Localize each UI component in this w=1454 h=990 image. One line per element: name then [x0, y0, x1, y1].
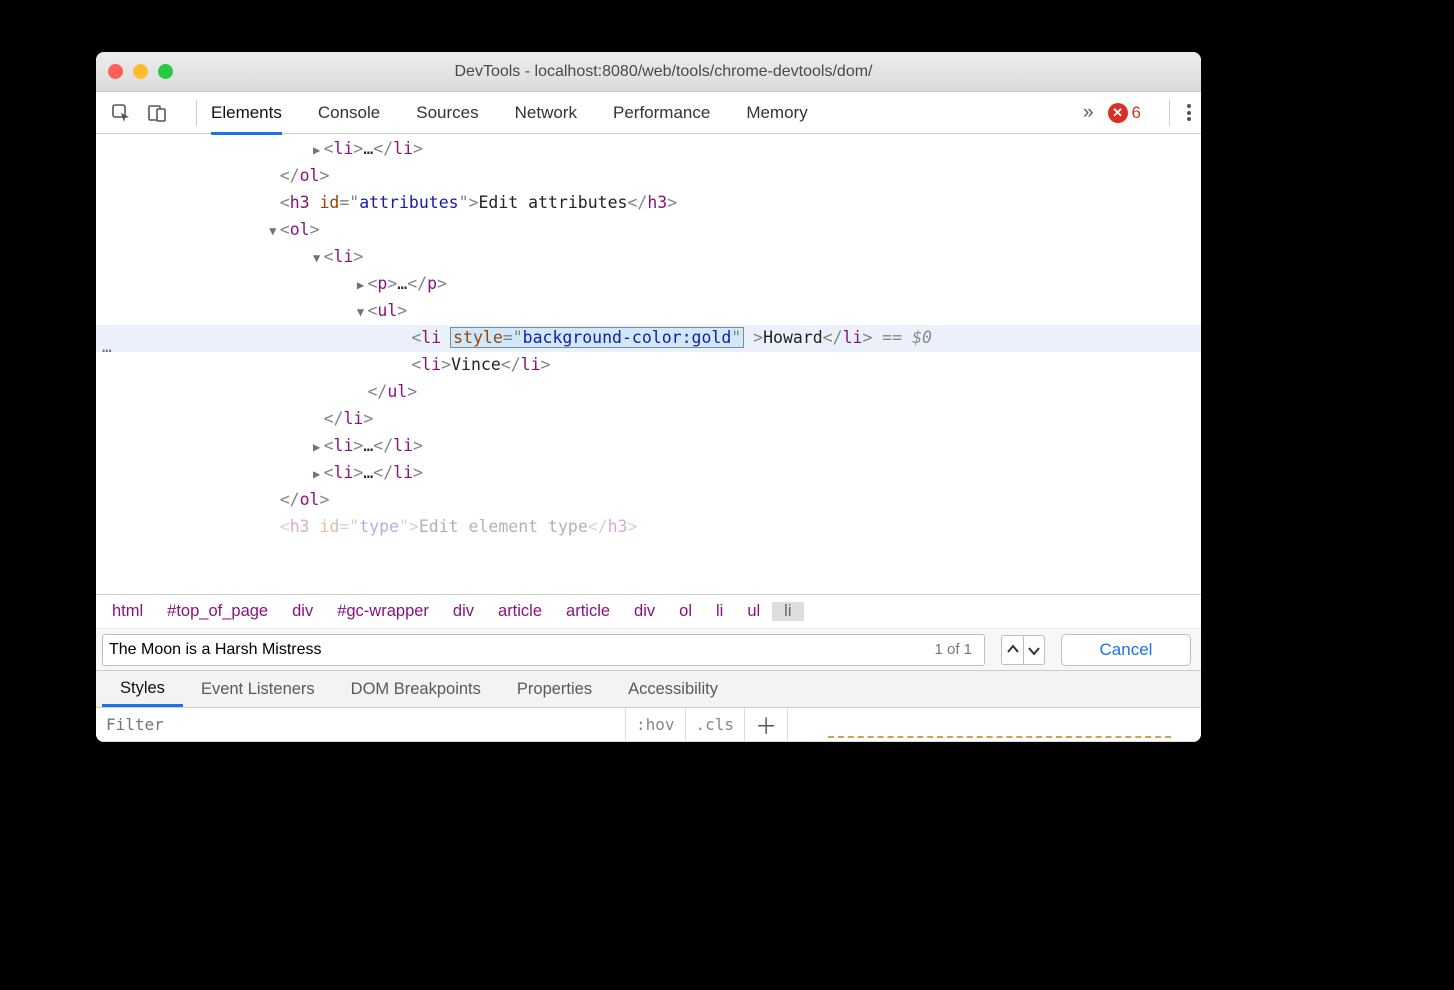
breadcrumb-item[interactable]: ul [735, 602, 772, 621]
dom-row[interactable]: </li> [96, 406, 1201, 433]
minimize-window-button[interactable] [133, 64, 148, 79]
subtab-properties[interactable]: Properties [499, 680, 610, 699]
subtab-styles[interactable]: Styles [102, 679, 183, 707]
titlebar: DevTools - localhost:8080/web/tools/chro… [96, 52, 1201, 92]
searchbar: 1 of 1 Cancel [96, 628, 1201, 670]
dom-row[interactable]: </ul> [96, 379, 1201, 406]
dom-breadcrumb: html#top_of_pagediv#gc-wrapperdivarticle… [96, 594, 1201, 628]
dom-row[interactable]: ▼<ol> [96, 217, 1201, 244]
more-tabs-icon[interactable]: » [1083, 102, 1094, 124]
search-prev-button[interactable] [1001, 635, 1023, 665]
cancel-button[interactable]: Cancel [1061, 634, 1191, 666]
styles-filter-bar: :hov .cls ＋ [96, 708, 1201, 742]
search-box: 1 of 1 [102, 634, 985, 666]
breadcrumb-item[interactable]: #top_of_page [155, 602, 280, 621]
error-count[interactable]: 6 [1132, 103, 1141, 123]
dom-row[interactable]: </ol> [96, 487, 1201, 514]
breadcrumb-item[interactable]: div [622, 602, 667, 621]
tab-sources[interactable]: Sources [416, 103, 478, 123]
gutter-ellipsis-icon[interactable]: … [102, 334, 112, 360]
breadcrumb-item[interactable]: html [100, 602, 155, 621]
cls-toggle[interactable]: .cls [686, 708, 746, 741]
search-next-button[interactable] [1023, 635, 1045, 665]
window-title: DevTools - localhost:8080/web/tools/chro… [183, 63, 1144, 81]
tab-network[interactable]: Network [515, 103, 577, 123]
breadcrumb-item[interactable]: ol [667, 602, 704, 621]
device-toggle-icon[interactable] [146, 102, 168, 124]
dom-row[interactable]: ▶<li>…</li> [96, 460, 1201, 487]
main-toolbar: Elements Console Sources Network Performance… [96, 92, 1201, 134]
breadcrumb-item[interactable]: li [772, 602, 803, 621]
breadcrumb-item[interactable]: #gc-wrapper [325, 602, 441, 621]
breadcrumb-item[interactable]: article [554, 602, 622, 621]
styles-filter-input[interactable] [106, 715, 615, 734]
inspect-element-icon[interactable] [110, 102, 132, 124]
breadcrumb-item[interactable]: article [486, 602, 554, 621]
dashed-separator [828, 736, 1171, 738]
devtools-window: DevTools - localhost:8080/web/tools/chro… [96, 52, 1201, 742]
dom-row[interactable]: ▶<li>…</li> [96, 136, 1201, 163]
hov-toggle[interactable]: :hov [626, 708, 686, 741]
dom-row[interactable]: <h3 id="type">Edit element type</h3> [96, 514, 1201, 541]
dom-tree-panel[interactable]: … ▶<li>…</li> </ol> <h3 id="attributes">… [96, 134, 1201, 594]
breadcrumb-item[interactable]: li [704, 602, 735, 621]
dom-row[interactable]: <li>Vince</li> [96, 352, 1201, 379]
subtab-accessibility[interactable]: Accessibility [610, 680, 736, 699]
dom-row[interactable]: ▶<p>…</p> [96, 271, 1201, 298]
zoom-window-button[interactable] [158, 64, 173, 79]
subtab-dom-breakpoints[interactable]: DOM Breakpoints [333, 680, 499, 699]
dom-row[interactable]: <li style="background-color:gold" >Howar… [96, 325, 1201, 352]
error-icon[interactable]: ✕ [1108, 103, 1128, 123]
styles-content [787, 708, 1201, 741]
add-style-rule-icon[interactable]: ＋ [745, 709, 787, 741]
subtab-event-listeners[interactable]: Event Listeners [183, 680, 333, 699]
breadcrumb-item[interactable]: div [280, 602, 325, 621]
toolbar-divider [196, 100, 197, 126]
close-window-button[interactable] [108, 64, 123, 79]
dom-row[interactable]: </ol> [96, 163, 1201, 190]
styles-subtabs: StylesEvent ListenersDOM BreakpointsProp… [96, 670, 1201, 708]
kebab-menu-icon[interactable] [1184, 102, 1193, 124]
tab-performance[interactable]: Performance [613, 103, 710, 123]
toolbar-divider [1169, 100, 1170, 126]
tab-console[interactable]: Console [318, 103, 380, 123]
dom-row[interactable]: <h3 id="attributes">Edit attributes</h3> [96, 190, 1201, 217]
search-match-count: 1 of 1 [934, 641, 972, 658]
dom-row[interactable]: ▼<li> [96, 244, 1201, 271]
dom-row[interactable]: ▶<li>…</li> [96, 433, 1201, 460]
tab-memory[interactable]: Memory [746, 103, 807, 123]
dom-row[interactable]: ▼<ul> [96, 298, 1201, 325]
breadcrumb-item[interactable]: div [441, 602, 486, 621]
search-input[interactable] [109, 641, 928, 659]
tab-elements[interactable]: Elements [211, 103, 282, 135]
